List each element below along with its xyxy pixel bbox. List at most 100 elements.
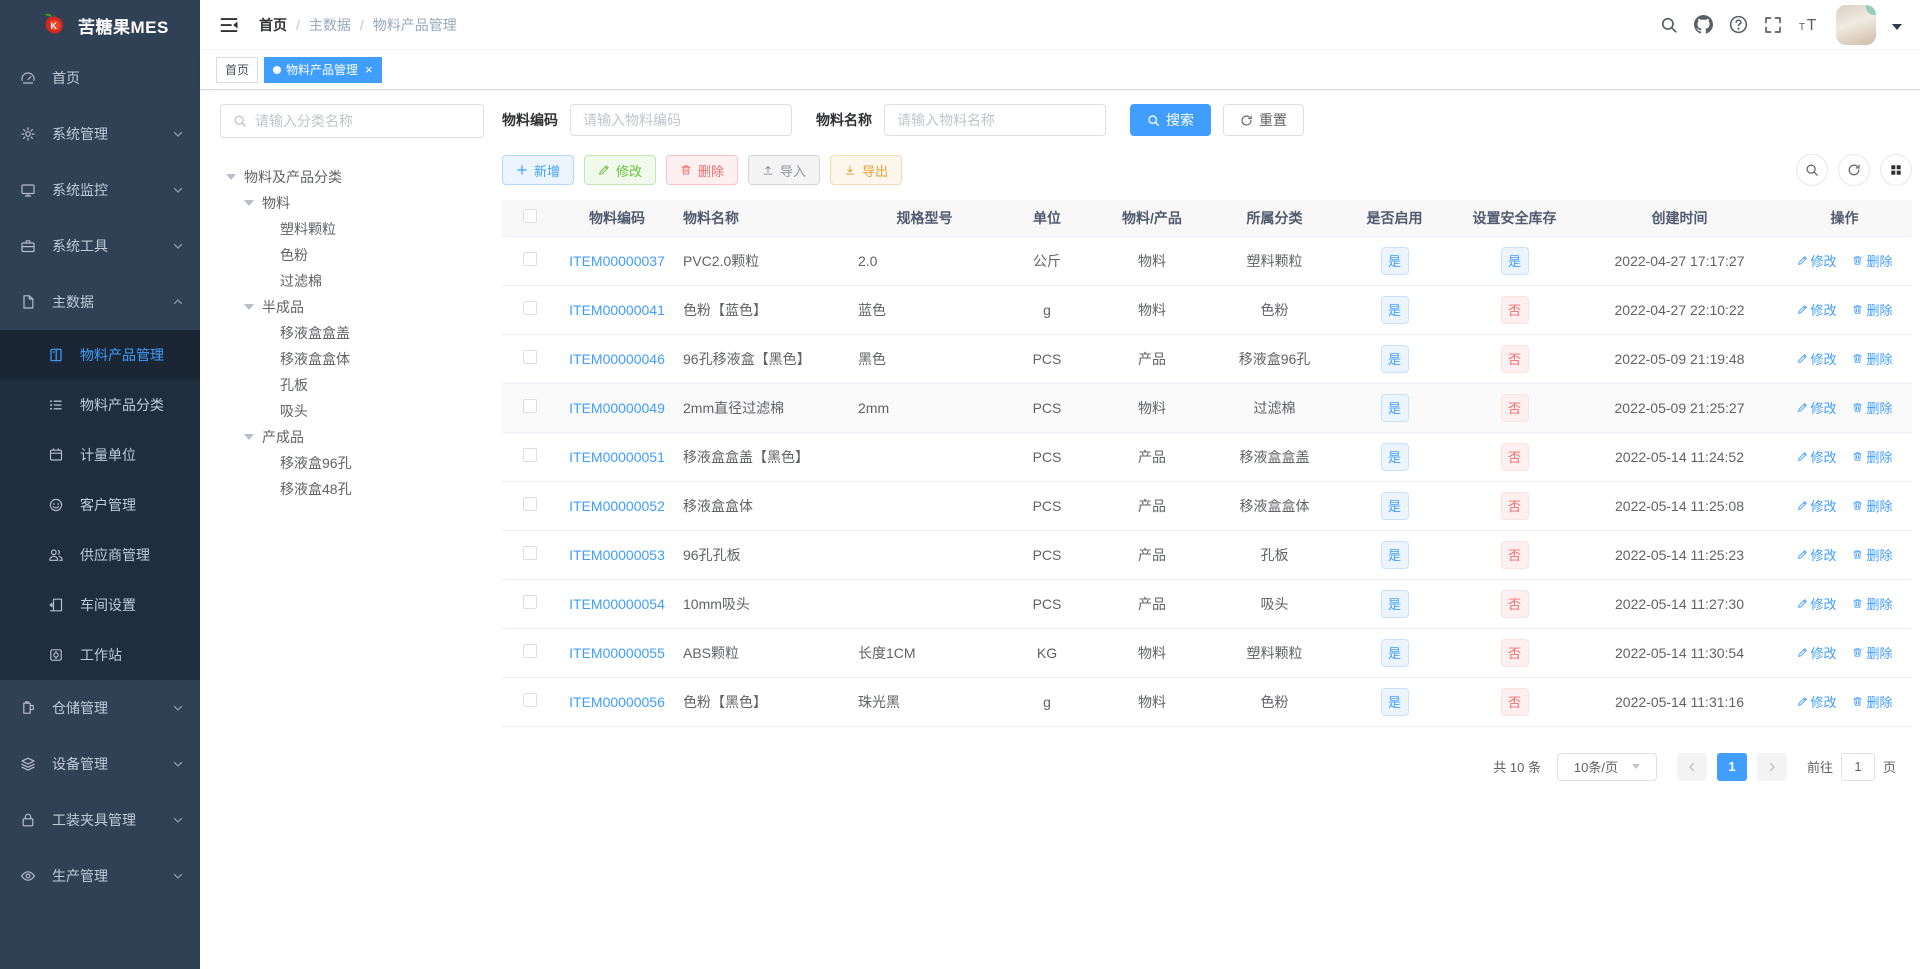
search-button[interactable]: 搜索: [1130, 104, 1211, 136]
import-button[interactable]: 导入: [748, 155, 821, 185]
next-page-button[interactable]: [1756, 752, 1787, 781]
delete-button[interactable]: 删除: [666, 155, 739, 185]
goto-page-input[interactable]: 1: [1840, 752, 1875, 781]
safe-stock-badge[interactable]: 否: [1500, 442, 1529, 471]
tree-node[interactable]: 产成品: [220, 424, 484, 450]
enabled-badge[interactable]: 是: [1380, 246, 1409, 275]
safe-stock-badge[interactable]: 否: [1500, 589, 1529, 618]
sidebar-item-workshop-settings[interactable]: 车间设置: [0, 580, 200, 630]
breadcrumb-home[interactable]: 首页: [259, 15, 287, 35]
sidebar-item-equipment-mgmt[interactable]: 设备管理: [0, 736, 200, 792]
page-number-button[interactable]: 1: [1716, 752, 1747, 781]
breadcrumb-master-data[interactable]: 主数据: [309, 15, 351, 35]
row-checkbox[interactable]: [522, 252, 537, 266]
column-settings-button[interactable]: [1880, 154, 1912, 186]
item-code-link[interactable]: ITEM00000054: [569, 596, 665, 612]
tree-node[interactable]: 移液盒48孔: [220, 476, 484, 502]
search-icon[interactable]: [1660, 16, 1678, 34]
safe-stock-badge[interactable]: 否: [1500, 295, 1529, 324]
tab-close-icon[interactable]: ×: [363, 63, 373, 76]
fullscreen-icon[interactable]: [1764, 16, 1782, 34]
row-delete-link[interactable]: 删除: [1852, 300, 1892, 319]
prev-page-button[interactable]: [1676, 752, 1707, 781]
tree-node[interactable]: 过滤棉: [220, 268, 484, 294]
row-checkbox[interactable]: [522, 644, 537, 658]
sidebar-item-workstation[interactable]: 工作站: [0, 630, 200, 680]
safe-stock-badge[interactable]: 否: [1500, 491, 1529, 520]
row-checkbox[interactable]: [522, 546, 537, 560]
refresh-button[interactable]: [1838, 154, 1870, 186]
sidebar-item-production-mgmt[interactable]: 生产管理: [0, 848, 200, 904]
row-checkbox[interactable]: [522, 448, 537, 462]
row-delete-link[interactable]: 删除: [1852, 496, 1892, 515]
row-edit-link[interactable]: 修改: [1797, 594, 1837, 613]
sidebar-toggle-icon[interactable]: [215, 11, 243, 39]
sidebar-item-supplier-mgmt[interactable]: 供应商管理: [0, 530, 200, 580]
row-delete-link[interactable]: 删除: [1852, 545, 1892, 564]
row-delete-link[interactable]: 删除: [1852, 251, 1892, 270]
row-edit-link[interactable]: 修改: [1797, 398, 1837, 417]
row-delete-link[interactable]: 删除: [1852, 398, 1892, 417]
row-checkbox[interactable]: [522, 399, 537, 413]
item-code-link[interactable]: ITEM00000056: [569, 694, 665, 710]
help-icon[interactable]: [1729, 15, 1748, 34]
tree-expand-icon[interactable]: [244, 304, 254, 310]
item-code-link[interactable]: ITEM00000041: [569, 302, 665, 318]
row-delete-link[interactable]: 删除: [1852, 692, 1892, 711]
sidebar-item-system-tools[interactable]: 系统工具: [0, 218, 200, 274]
row-edit-link[interactable]: 修改: [1797, 643, 1837, 662]
item-code-link[interactable]: ITEM00000053: [569, 547, 665, 563]
enabled-badge[interactable]: 是: [1380, 687, 1409, 716]
item-code-link[interactable]: ITEM00000037: [569, 253, 665, 269]
row-checkbox[interactable]: [522, 350, 537, 364]
tree-node[interactable]: 吸头: [220, 398, 484, 424]
font-size-icon[interactable]: TT: [1798, 16, 1820, 34]
row-edit-link[interactable]: 修改: [1797, 300, 1837, 319]
sidebar-item-fixture-mgmt[interactable]: 工装夹具管理: [0, 792, 200, 848]
sidebar-item-material-product-mgmt[interactable]: 物料产品管理: [0, 330, 200, 380]
sidebar-item-system-monitor[interactable]: 系统监控: [0, 162, 200, 218]
row-delete-link[interactable]: 删除: [1852, 349, 1892, 368]
sidebar-item-system-admin[interactable]: 系统管理: [0, 106, 200, 162]
sidebar-item-master-data[interactable]: 主数据: [0, 274, 200, 330]
sidebar-item-home[interactable]: 首页: [0, 50, 200, 106]
app-logo[interactable]: K 苦糖果MES: [0, 0, 200, 50]
sidebar-item-warehouse-mgmt[interactable]: 仓储管理: [0, 680, 200, 736]
item-code-link[interactable]: ITEM00000052: [569, 498, 665, 514]
enabled-badge[interactable]: 是: [1380, 393, 1409, 422]
tree-node[interactable]: 移液盒盒体: [220, 346, 484, 372]
reset-button[interactable]: 重置: [1223, 104, 1304, 136]
row-edit-link[interactable]: 修改: [1797, 447, 1837, 466]
row-checkbox[interactable]: [522, 497, 537, 511]
safe-stock-badge[interactable]: 否: [1500, 344, 1529, 373]
sidebar-item-customer-mgmt[interactable]: 客户管理: [0, 480, 200, 530]
row-checkbox[interactable]: [522, 595, 537, 609]
tree-node[interactable]: 色粉: [220, 242, 484, 268]
tree-node[interactable]: 移液盒96孔: [220, 450, 484, 476]
tree-node[interactable]: 物料: [220, 190, 484, 216]
enabled-badge[interactable]: 是: [1380, 638, 1409, 667]
row-edit-link[interactable]: 修改: [1797, 692, 1837, 711]
page-size-select[interactable]: 10条/页: [1556, 752, 1657, 781]
row-edit-link[interactable]: 修改: [1797, 496, 1837, 515]
item-code-link[interactable]: ITEM00000049: [569, 400, 665, 416]
enabled-badge[interactable]: 是: [1380, 295, 1409, 324]
safe-stock-badge[interactable]: 是: [1500, 246, 1529, 275]
tree-expand-icon[interactable]: [244, 434, 254, 440]
material-code-input[interactable]: 请输入物料编码: [570, 104, 792, 136]
safe-stock-badge[interactable]: 否: [1500, 393, 1529, 422]
tree-node[interactable]: 移液盒盒盖: [220, 320, 484, 346]
select-all-checkbox[interactable]: [522, 209, 537, 224]
enabled-badge[interactable]: 是: [1380, 442, 1409, 471]
export-button[interactable]: 导出: [830, 155, 903, 185]
tree-node-root[interactable]: 物料及产品分类: [220, 164, 484, 190]
edit-button[interactable]: 修改: [584, 155, 657, 185]
safe-stock-badge[interactable]: 否: [1500, 638, 1529, 667]
enabled-badge[interactable]: 是: [1380, 344, 1409, 373]
item-code-link[interactable]: ITEM00000046: [569, 351, 665, 367]
enabled-badge[interactable]: 是: [1380, 589, 1409, 618]
tree-expand-icon[interactable]: [226, 174, 236, 180]
row-edit-link[interactable]: 修改: [1797, 545, 1837, 564]
material-name-input[interactable]: 请输入物料名称: [884, 104, 1106, 136]
row-checkbox[interactable]: [522, 693, 537, 707]
